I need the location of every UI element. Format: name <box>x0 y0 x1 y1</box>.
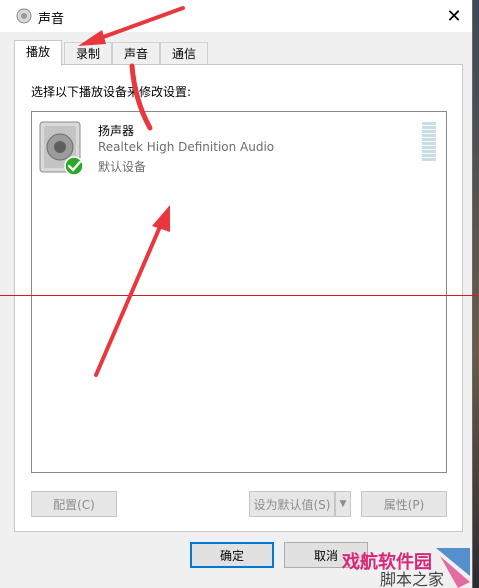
device-list[interactable]: 扬声器 Realtek High Definition Audio 默认设备 <box>31 111 447 473</box>
sound-dialog: 声音 ✕ 播放 录制 声音 通信 选择以下播放设备来修改设置: 扬声器 Real… <box>0 0 473 588</box>
volume-level-meter <box>422 122 436 162</box>
properties-button[interactable]: 属性(P) <box>361 491 447 517</box>
playback-tab-page: 选择以下播放设备来修改设置: 扬声器 Realtek High Definiti… <box>14 64 463 532</box>
watermark-logo: 戏航软件园 脚本之家 <box>341 548 470 588</box>
tab-label: 声音 <box>123 47 148 61</box>
check-icon <box>64 156 84 176</box>
chevron-down-icon: ▼ <box>339 499 347 509</box>
tab-label: 录制 <box>75 47 100 61</box>
tab-communications[interactable]: 通信 <box>160 42 208 65</box>
tab-playback[interactable]: 播放 <box>14 40 62 66</box>
device-name: 扬声器 <box>98 124 135 138</box>
tab-label: 通信 <box>171 47 196 61</box>
ok-button[interactable]: 确定 <box>190 542 274 568</box>
speaker-icon <box>39 121 84 176</box>
set-default-dropdown[interactable]: ▼ <box>335 491 351 517</box>
device-driver: Realtek High Definition Audio <box>98 140 275 154</box>
configure-button[interactable]: 配置(C) <box>31 491 117 517</box>
window-title: 声音 <box>38 12 65 27</box>
close-button[interactable]: ✕ <box>436 0 472 32</box>
tab-label: 播放 <box>25 45 50 59</box>
close-icon: ✕ <box>446 5 462 27</box>
svg-text:戏航软件园: 戏航软件园 <box>341 551 432 572</box>
tab-sounds[interactable]: 声音 <box>112 42 160 65</box>
svg-text:脚本之家: 脚本之家 <box>380 571 444 588</box>
device-status: 默认设备 <box>98 160 147 174</box>
title-bar: 声音 ✕ <box>0 0 472 32</box>
set-default-button[interactable]: 设为默认值(S) <box>249 491 335 517</box>
instruction-text: 选择以下播放设备来修改设置: <box>31 85 192 99</box>
red-guide-line <box>0 295 479 296</box>
device-item-speaker[interactable]: 扬声器 Realtek High Definition Audio 默认设备 <box>34 118 436 178</box>
tab-recording[interactable]: 录制 <box>64 42 112 65</box>
speaker-app-icon <box>16 8 32 24</box>
